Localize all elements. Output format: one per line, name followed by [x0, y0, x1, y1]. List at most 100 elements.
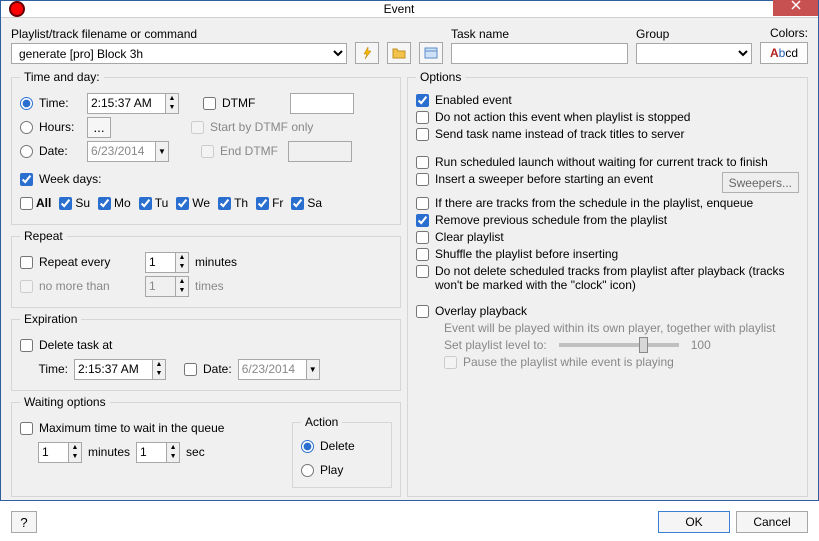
- hours-radio[interactable]: [20, 121, 33, 134]
- wd-we-check[interactable]: [176, 197, 189, 210]
- wizard-button[interactable]: [355, 42, 379, 64]
- time-input[interactable]: [87, 93, 165, 114]
- maxwait-check[interactable]: [20, 422, 33, 435]
- repeat-every-input[interactable]: [145, 252, 175, 273]
- wd-mo-label: Mo: [114, 196, 131, 210]
- colors-sample: Abcd: [770, 46, 798, 60]
- weekdays-check[interactable]: [20, 173, 33, 186]
- opt-setlevel-label: Set playlist level to:: [444, 338, 547, 352]
- opt-nodel-check[interactable]: [416, 265, 429, 278]
- wd-fr-label: Fr: [272, 196, 283, 210]
- action-play-radio[interactable]: [301, 464, 314, 477]
- exp-date-dropdown[interactable]: ▼: [306, 359, 320, 380]
- repeat-group: Repeat Repeat every ▲▼ minutes no more t…: [11, 229, 401, 308]
- wd-tu-label: Tu: [155, 196, 169, 210]
- lightning-icon: [360, 46, 374, 60]
- group-combo[interactable]: [636, 43, 752, 64]
- exp-time-down[interactable]: ▼: [153, 369, 165, 379]
- repeat-legend: Repeat: [20, 229, 67, 243]
- wd-fr-check[interactable]: [256, 197, 269, 210]
- opt-shuffle-label: Shuffle the playlist before inserting: [435, 247, 618, 261]
- opt-clear-check[interactable]: [416, 231, 429, 244]
- wd-we-label: We: [192, 196, 210, 210]
- date-label: Date:: [39, 144, 81, 158]
- view-button[interactable]: [419, 42, 443, 64]
- ok-button[interactable]: OK: [658, 511, 730, 533]
- opt-runsched-check[interactable]: [416, 156, 429, 169]
- help-button[interactable]: ?: [11, 511, 37, 533]
- opt-overlay-check[interactable]: [416, 305, 429, 318]
- opt-level-value: 100: [691, 338, 711, 352]
- start-dtmf-check: [191, 121, 204, 134]
- wait-sec-down[interactable]: ▼: [167, 452, 179, 462]
- wait-sec-input[interactable]: [136, 442, 166, 463]
- close-button[interactable]: [773, 0, 818, 16]
- exp-date-input[interactable]: [238, 359, 306, 380]
- date-dropdown[interactable]: ▼: [155, 141, 169, 162]
- dtmf-input[interactable]: [290, 93, 354, 114]
- opt-sweeper-label: Insert a sweeper before starting an even…: [435, 172, 716, 186]
- wd-sa-check[interactable]: [291, 197, 304, 210]
- colors-label: Colors:: [770, 26, 808, 40]
- dtmf-label: DTMF: [222, 96, 284, 110]
- repeat-every-check[interactable]: [20, 256, 33, 269]
- opt-pause-label: Pause the playlist while event is playin…: [463, 355, 674, 369]
- end-dtmf-label: End DTMF: [220, 144, 282, 158]
- date-radio[interactable]: [20, 145, 33, 158]
- action-delete-radio[interactable]: [301, 440, 314, 453]
- dtmf-check[interactable]: [203, 97, 216, 110]
- cancel-button[interactable]: Cancel: [736, 511, 808, 533]
- exp-date-check[interactable]: [184, 363, 197, 376]
- exp-time-input[interactable]: [74, 359, 152, 380]
- folder-icon: [392, 47, 406, 59]
- time-down[interactable]: ▼: [166, 103, 178, 113]
- expiration-legend: Expiration: [20, 312, 81, 326]
- opt-enqueue-check[interactable]: [416, 197, 429, 210]
- opt-nodel-label: Do not delete scheduled tracks from play…: [435, 264, 799, 292]
- wd-su-check[interactable]: [59, 197, 72, 210]
- maxwait-label: Maximum time to wait in the queue: [39, 421, 224, 435]
- delete-task-label: Delete task at: [39, 338, 112, 352]
- opt-noaction-label: Do not action this event when playlist i…: [435, 110, 690, 124]
- time-radio[interactable]: [20, 97, 33, 110]
- wait-sec-up[interactable]: ▲: [167, 443, 179, 453]
- wait-min-down[interactable]: ▼: [69, 452, 81, 462]
- time-up[interactable]: ▲: [166, 94, 178, 104]
- taskname-input[interactable]: [451, 43, 628, 64]
- date-input[interactable]: [87, 141, 155, 162]
- exp-time-up[interactable]: ▲: [153, 360, 165, 370]
- opt-shuffle-check[interactable]: [416, 248, 429, 261]
- browse-button[interactable]: [387, 42, 411, 64]
- options-legend: Options: [416, 70, 465, 84]
- level-slider: [559, 343, 679, 347]
- colors-button[interactable]: Abcd: [760, 42, 808, 64]
- opt-sendtask-label: Send task name instead of track titles t…: [435, 127, 684, 141]
- opt-noaction-check[interactable]: [416, 111, 429, 124]
- wd-mo-check[interactable]: [98, 197, 111, 210]
- wd-th-check[interactable]: [218, 197, 231, 210]
- footer: ? OK Cancel: [1, 505, 818, 541]
- nomore-down: ▼: [176, 286, 188, 296]
- wait-min-up[interactable]: ▲: [69, 443, 81, 453]
- top-row: Playlist/track filename or command gener…: [11, 26, 808, 64]
- options-group: Options Enabled event Do not action this…: [407, 70, 808, 497]
- repeat-every-down[interactable]: ▼: [176, 262, 188, 272]
- opt-sweeper-check[interactable]: [416, 173, 429, 186]
- group-label: Group: [636, 27, 752, 41]
- window-icon: [424, 47, 438, 59]
- repeat-every-up[interactable]: ▲: [176, 253, 188, 263]
- wd-all-check[interactable]: [20, 197, 33, 210]
- filename-combo[interactable]: generate [pro] Block 3h: [11, 43, 347, 64]
- wait-min-input[interactable]: [38, 442, 68, 463]
- opt-clear-label: Clear playlist: [435, 230, 504, 244]
- repeat-every-label: Repeat every: [39, 255, 139, 269]
- opt-sendtask-check[interactable]: [416, 128, 429, 141]
- delete-task-check[interactable]: [20, 339, 33, 352]
- wd-sa-label: Sa: [307, 196, 322, 210]
- hours-button[interactable]: ...: [87, 117, 111, 138]
- opt-enabled-check[interactable]: [416, 94, 429, 107]
- opt-removeprev-check[interactable]: [416, 214, 429, 227]
- time-and-day-legend: Time and day:: [20, 70, 104, 84]
- wd-tu-check[interactable]: [139, 197, 152, 210]
- action-delete-label: Delete: [320, 439, 355, 453]
